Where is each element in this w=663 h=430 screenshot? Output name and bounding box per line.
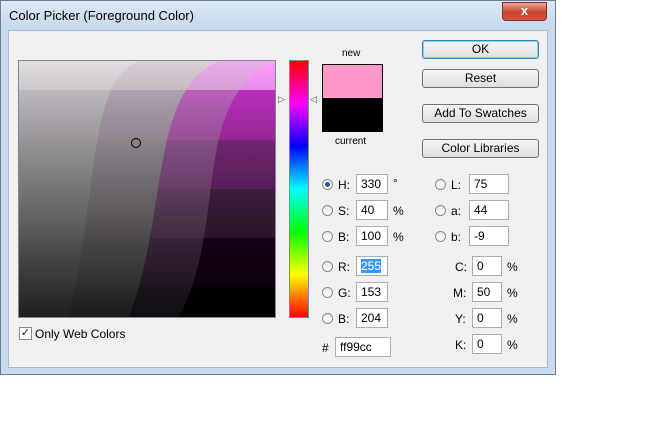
s-value: 40 xyxy=(361,203,375,217)
l-value: 75 xyxy=(474,177,488,191)
c-value: 0 xyxy=(477,259,484,273)
m-unit: % xyxy=(507,286,518,300)
current-color-swatch[interactable] xyxy=(322,98,383,132)
hex-value: ff99cc xyxy=(340,340,372,354)
h-unit: ° xyxy=(393,176,398,190)
blue-value: 204 xyxy=(361,311,382,325)
m-label: M: xyxy=(453,286,467,300)
close-button[interactable]: x xyxy=(502,2,547,21)
blue-label: B: xyxy=(338,312,350,326)
y-unit: % xyxy=(507,312,518,326)
s-unit: % xyxy=(393,204,404,218)
lab-b-label: b: xyxy=(451,230,462,244)
b-label: B: xyxy=(338,230,350,244)
checkmark-icon: ✓ xyxy=(20,327,31,339)
lab-b-input[interactable]: -9 xyxy=(469,226,509,246)
b-unit: % xyxy=(393,230,404,244)
h-label: H: xyxy=(338,178,350,192)
s-label: S: xyxy=(338,204,350,218)
blue-input[interactable]: 204 xyxy=(356,308,388,328)
lab-b-radio[interactable] xyxy=(435,231,446,242)
r-value: 255 xyxy=(361,259,382,273)
title-bar[interactable]: Color Picker (Foreground Color) x xyxy=(1,1,555,31)
hex-label: # xyxy=(322,341,329,355)
b-input[interactable]: 100 xyxy=(356,226,388,246)
close-icon: x xyxy=(520,3,529,18)
l-input[interactable]: 75 xyxy=(469,174,509,194)
l-label: L: xyxy=(451,178,462,192)
hue-slider[interactable] xyxy=(289,60,309,318)
l-radio[interactable] xyxy=(435,179,446,190)
y-label: Y: xyxy=(455,312,466,326)
hex-input[interactable]: ff99cc xyxy=(335,337,391,357)
g-radio[interactable] xyxy=(322,287,333,298)
reset-button[interactable]: Reset xyxy=(422,69,539,88)
hue-arrow-right-icon[interactable]: ◁ xyxy=(310,95,317,104)
lab-b-value: -9 xyxy=(474,229,485,243)
only-web-colors-checkbox[interactable]: ✓ xyxy=(19,327,32,340)
new-label: new xyxy=(342,48,361,59)
color-field-cursor[interactable] xyxy=(131,138,141,148)
s-radio[interactable] xyxy=(322,205,333,216)
color-libraries-button[interactable]: Color Libraries xyxy=(422,139,539,158)
m-input[interactable]: 50 xyxy=(472,282,502,302)
y-value: 0 xyxy=(477,311,484,325)
g-input[interactable]: 153 xyxy=(356,282,388,302)
b-value: 100 xyxy=(361,229,382,243)
new-color-swatch xyxy=(322,64,383,98)
r-input[interactable]: 255 xyxy=(356,256,388,276)
color-field[interactable] xyxy=(18,60,276,318)
k-input[interactable]: 0 xyxy=(472,334,502,354)
k-label: K: xyxy=(455,338,467,352)
g-label: G: xyxy=(338,286,351,300)
current-label: current xyxy=(335,136,367,147)
ok-button[interactable]: OK xyxy=(422,40,539,59)
window-title: Color Picker (Foreground Color) xyxy=(9,8,194,23)
a-input[interactable]: 44 xyxy=(469,200,509,220)
h-input[interactable]: 330 xyxy=(356,174,388,194)
h-radio[interactable] xyxy=(322,179,333,190)
y-input[interactable]: 0 xyxy=(472,308,502,328)
c-label: C: xyxy=(455,260,467,274)
a-radio[interactable] xyxy=(435,205,446,216)
g-value: 153 xyxy=(361,285,382,299)
color-field-gradient xyxy=(19,61,275,317)
k-unit: % xyxy=(507,338,518,352)
a-value: 44 xyxy=(474,203,488,217)
c-unit: % xyxy=(507,260,518,274)
add-to-swatches-button[interactable]: Add To Swatches xyxy=(422,104,539,123)
hue-arrow-left-icon[interactable]: ▷ xyxy=(278,95,285,104)
b-radio[interactable] xyxy=(322,231,333,242)
m-value: 50 xyxy=(477,285,491,299)
r-radio[interactable] xyxy=(322,261,333,272)
s-input[interactable]: 40 xyxy=(356,200,388,220)
hue-slider-gradient xyxy=(290,61,308,317)
blue-radio[interactable] xyxy=(322,313,333,324)
h-value: 330 xyxy=(361,177,382,191)
r-label: R: xyxy=(338,260,350,274)
c-input[interactable]: 0 xyxy=(472,256,502,276)
k-value: 0 xyxy=(477,337,484,351)
a-label: a: xyxy=(451,204,462,218)
only-web-colors-label[interactable]: Only Web Colors xyxy=(35,327,125,341)
